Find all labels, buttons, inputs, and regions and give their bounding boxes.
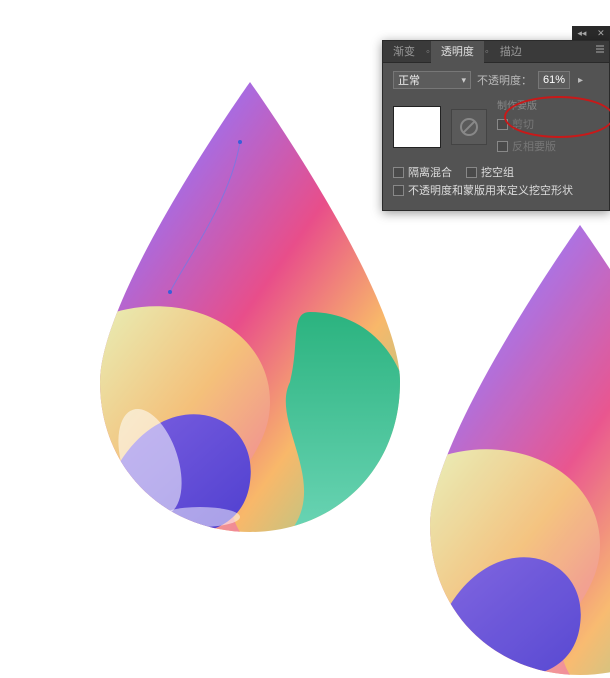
tab-separator: ◦ — [485, 46, 489, 58]
panel-topbar: ◂◂ ✕ — [572, 26, 610, 40]
opacity-stepper-icon[interactable]: ▸ — [576, 75, 585, 86]
close-icon[interactable]: ✕ — [597, 28, 605, 39]
panel-menu-icon[interactable] — [595, 44, 605, 54]
artwork-drop-2[interactable] — [420, 225, 610, 675]
artwork-drop[interactable] — [90, 82, 410, 532]
opacity-mask-define-label: 不透明度和蒙版用来定义挖空形状 — [408, 182, 573, 198]
tab-transparency[interactable]: 透明度 — [431, 41, 484, 63]
opacity-input[interactable]: 61% — [538, 71, 570, 89]
canvas[interactable]: ◂◂ ✕ 渐变 ◦ 透明度 ◦ 描边 正常 ▾ 不透明度： — [0, 0, 610, 588]
blend-mode-select[interactable]: 正常 ▾ — [393, 71, 471, 89]
collapse-icon[interactable]: ◂◂ — [577, 28, 586, 39]
tab-gradient[interactable]: 渐变 — [383, 41, 425, 63]
no-mask-icon — [459, 117, 479, 137]
knockout-checkbox[interactable] — [466, 167, 477, 178]
mask-thumbnail[interactable] — [451, 109, 487, 145]
panel-tabbar: 渐变 ◦ 透明度 ◦ 描边 — [383, 41, 609, 63]
blend-mode-value: 正常 — [398, 72, 420, 88]
clip-label: 剪切 — [512, 116, 534, 132]
opacity-mask-define-checkbox[interactable] — [393, 185, 404, 196]
knockout-label: 挖空组 — [481, 164, 514, 180]
chevron-down-icon: ▾ — [461, 75, 466, 86]
transparency-panel: 渐变 ◦ 透明度 ◦ 描边 正常 ▾ 不透明度： 61% ▸ — [382, 40, 610, 211]
invert-label: 反相要版 — [512, 138, 556, 154]
tab-separator: ◦ — [426, 46, 430, 58]
clip-checkbox[interactable] — [497, 119, 508, 130]
object-thumbnail[interactable] — [393, 106, 441, 148]
invert-checkbox[interactable] — [497, 141, 508, 152]
isolate-checkbox[interactable] — [393, 167, 404, 178]
isolate-label: 隔离混合 — [408, 164, 452, 180]
opacity-label: 不透明度： — [477, 72, 532, 88]
make-mask-label[interactable]: 制作要版 — [497, 97, 556, 112]
tab-stroke[interactable]: 描边 — [490, 41, 532, 63]
